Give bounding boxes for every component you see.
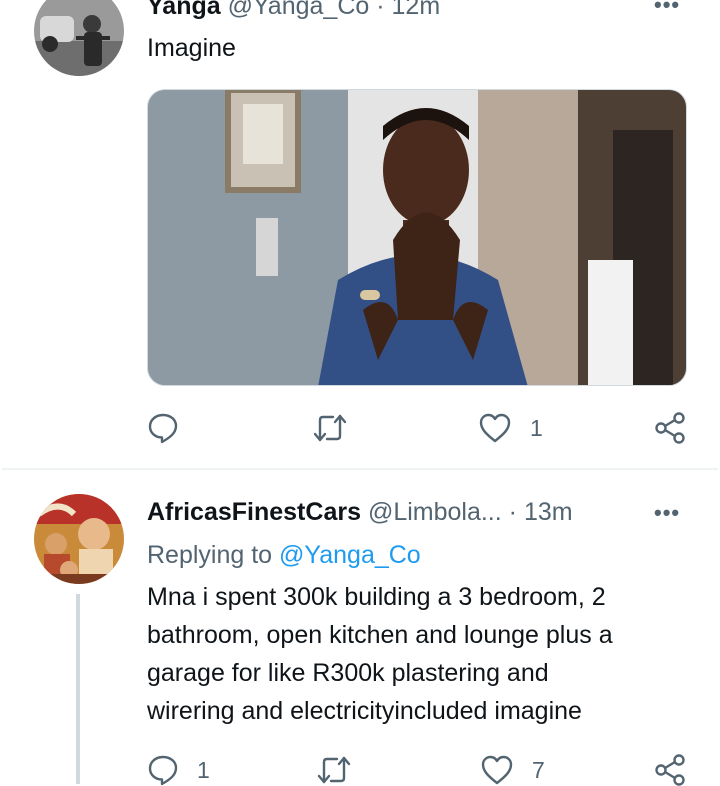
retweet-button[interactable]: [316, 754, 370, 786]
gif-image: [148, 90, 686, 385]
thread-connector: [76, 594, 80, 784]
tweet-text: Mna i spent 300k building a 3 bedroom, 2…: [147, 578, 613, 730]
more-horizontal-icon[interactable]: •••: [654, 0, 680, 18]
heart-icon: [478, 412, 512, 444]
tweet-media[interactable]: [147, 89, 687, 386]
tweet-africasfinestcars[interactable]: AfricasFinestCars @Limbola... · 13m ••• …: [0, 470, 720, 786]
tweet-header: AfricasFinestCars @Limbola... · 13m: [147, 498, 573, 527]
retweet-icon: [312, 412, 348, 444]
reply-icon: [147, 412, 179, 444]
handle[interactable]: @Yanga_Co: [228, 0, 370, 20]
like-count: 7: [532, 756, 545, 783]
tweet-header: Yanga @Yanga_Co · 12m: [147, 0, 440, 21]
display-name[interactable]: AfricasFinestCars: [147, 498, 361, 526]
display-name[interactable]: Yanga: [147, 0, 221, 20]
tweet-text-line: Mna i spent 300k building a 3 bedroom, 2: [147, 583, 606, 611]
tweet-text: Imagine: [147, 34, 236, 62]
reply-icon: [147, 754, 179, 786]
timestamp[interactable]: 12m: [392, 0, 441, 20]
share-icon: [654, 754, 686, 786]
reply-button[interactable]: [147, 412, 197, 444]
retweet-icon: [316, 754, 352, 786]
separator: ·: [508, 498, 517, 526]
replying-prefix: Replying to: [147, 541, 273, 569]
tweet-text-line: garage for like R300k plastering and: [147, 659, 549, 687]
retweet-button[interactable]: [312, 412, 366, 444]
handle[interactable]: @Limbola...: [368, 498, 502, 526]
tweet-text-line: bathroom, open kitchen and lounge plus a: [147, 621, 613, 649]
like-button[interactable]: 1: [478, 412, 543, 444]
tweet-text-line: wirering and electricityincluded imagine: [147, 697, 582, 725]
avatar-africasfinestcars[interactable]: [34, 494, 124, 584]
share-button[interactable]: [654, 754, 686, 786]
share-button[interactable]: [654, 412, 686, 444]
timestamp[interactable]: 13m: [524, 498, 573, 526]
heart-icon: [480, 754, 514, 786]
reply-count: 1: [197, 756, 210, 783]
reply-button[interactable]: 1: [147, 754, 210, 786]
like-count: 1: [530, 414, 543, 441]
separator: ·: [376, 0, 385, 20]
more-horizontal-icon[interactable]: •••: [654, 500, 680, 526]
tweet-yanga[interactable]: Yanga @Yanga_Co · 12m ••• Imagine 1: [0, 0, 720, 470]
replying-handle-link[interactable]: @Yanga_Co: [279, 541, 421, 569]
share-icon: [654, 412, 686, 444]
avatar-yanga[interactable]: [34, 0, 124, 76]
like-button[interactable]: 7: [480, 754, 545, 786]
replying-to: Replying to @Yanga_Co: [147, 536, 421, 574]
